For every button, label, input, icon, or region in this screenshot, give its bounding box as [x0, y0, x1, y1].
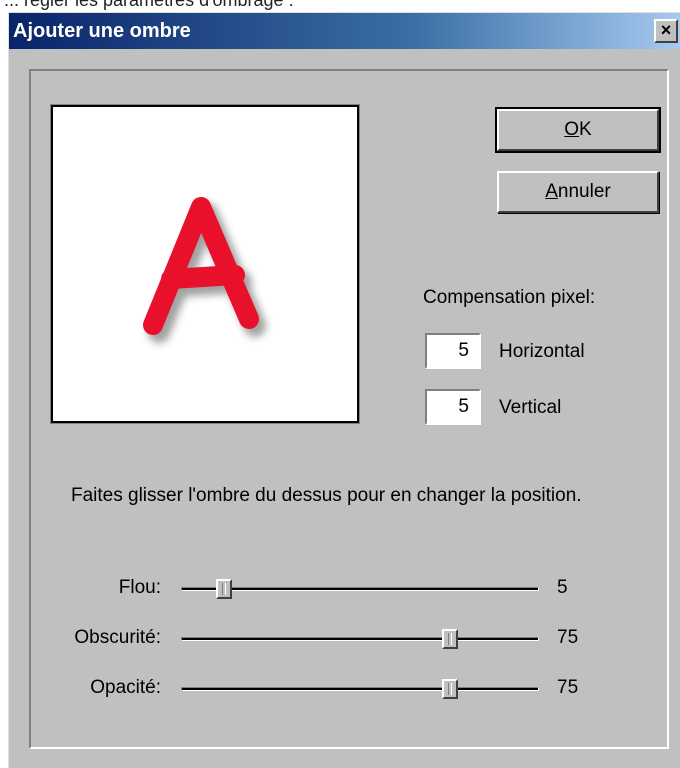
- opacity-slider-track[interactable]: [181, 687, 539, 691]
- darkness-slider-thumb[interactable]: [441, 629, 458, 649]
- cancel-label-rest: nnuler: [557, 181, 611, 202]
- pixel-offset-title: Compensation pixel:: [423, 287, 596, 308]
- blur-slider-row: Flou: 5: [49, 575, 609, 605]
- cancel-accesskey: A: [545, 181, 558, 202]
- horizontal-offset-label: Horizontal: [499, 341, 585, 362]
- blur-slider-track[interactable]: [181, 587, 539, 591]
- add-shadow-dialog: Ajouter une ombre × OK Annuler Compensat…: [8, 12, 680, 768]
- ok-accesskey: O: [564, 119, 580, 140]
- shadow-preview[interactable]: [50, 104, 360, 424]
- drag-hint-text: Faites glisser l'ombre du dessus pour en…: [71, 485, 582, 506]
- blur-slider-thumb[interactable]: [215, 579, 232, 599]
- vertical-offset-label: Vertical: [499, 397, 562, 418]
- opacity-slider-row: Opacité: 75: [49, 675, 609, 705]
- preview-canvas[interactable]: [53, 107, 357, 421]
- darkness-value: 75: [557, 627, 579, 648]
- close-button[interactable]: ×: [654, 19, 678, 43]
- letter-a[interactable]: [143, 197, 259, 335]
- darkness-slider-track[interactable]: [181, 637, 539, 641]
- blur-value: 5: [557, 577, 568, 598]
- dialog-title: Ajouter une ombre: [13, 20, 191, 42]
- opacity-label: Opacité:: [90, 677, 161, 698]
- page-caption: ... régler les paramètres d'ombrage :: [4, 0, 294, 10]
- darkness-slider-row: Obscurité: 75: [49, 625, 609, 655]
- ok-button[interactable]: OK: [495, 107, 661, 153]
- darkness-label: Obscurité:: [74, 627, 161, 648]
- opacity-slider-thumb[interactable]: [441, 679, 458, 699]
- opacity-value: 75: [557, 677, 579, 698]
- close-icon: ×: [660, 20, 672, 40]
- ok-label-rest: K: [579, 119, 592, 140]
- cancel-button[interactable]: Annuler: [497, 171, 659, 213]
- horizontal-offset-field[interactable]: [425, 333, 481, 369]
- dialog-titlebar[interactable]: Ajouter une ombre ×: [9, 13, 680, 49]
- vertical-offset-field[interactable]: [425, 389, 481, 425]
- blur-label: Flou:: [118, 577, 161, 598]
